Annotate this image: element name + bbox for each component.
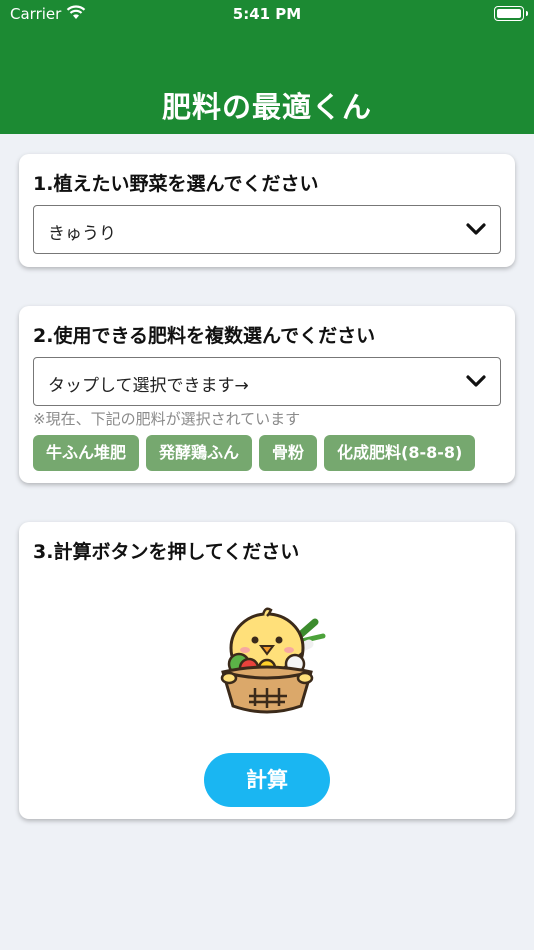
chick-mascot-illustration xyxy=(220,607,326,714)
fertilizer-chip[interactable]: 牛ふん堆肥 xyxy=(33,435,140,471)
calculate-button[interactable]: 計算 xyxy=(204,753,330,807)
calculate-step-title: 3.計算ボタンを押してください xyxy=(33,541,300,563)
fertilizer-chip[interactable]: 化成肥料(8-8-8) xyxy=(324,435,476,471)
battery-icon xyxy=(494,6,528,21)
fertilizer-step-title: 2.使用できる肥料を複数選んでください xyxy=(33,325,376,347)
chevron-down-icon xyxy=(466,223,486,235)
vegetable-select[interactable]: きゅうり xyxy=(33,205,501,254)
selected-fertilizer-chips: 牛ふん堆肥 発酵鶏ふん 骨粉 化成肥料(8-8-8) xyxy=(33,435,501,471)
fertilizer-chip[interactable]: 骨粉 xyxy=(259,435,318,471)
fertilizer-select[interactable]: タップして選択できます→ xyxy=(33,357,501,406)
fertilizer-select-value: タップして選択できます→ xyxy=(48,376,249,396)
status-bar: Carrier 5:41 PM xyxy=(0,0,534,30)
chevron-down-icon xyxy=(466,375,486,387)
vegetable-select-value: きゅうり xyxy=(48,224,116,244)
app-title: 肥料の最適くん xyxy=(161,90,372,124)
app-header: Carrier 5:41 PM 肥料の最適くん xyxy=(0,0,534,134)
fertilizer-card: 2.使用できる肥料を複数選んでください タップして選択できます→ ※現在、下記の… xyxy=(19,306,515,483)
vegetable-card: 1.植えたい野菜を選んでください きゅうり xyxy=(19,154,515,267)
status-time: 5:41 PM xyxy=(232,5,302,23)
vegetable-step-title: 1.植えたい野菜を選んでください xyxy=(33,173,319,195)
calculate-card: 3.計算ボタンを押してください 計算 xyxy=(19,522,515,819)
selected-fertilizers-hint: ※現在、下記の肥料が選択されています xyxy=(33,410,301,428)
fertilizer-chip[interactable]: 発酵鶏ふん xyxy=(146,435,253,471)
